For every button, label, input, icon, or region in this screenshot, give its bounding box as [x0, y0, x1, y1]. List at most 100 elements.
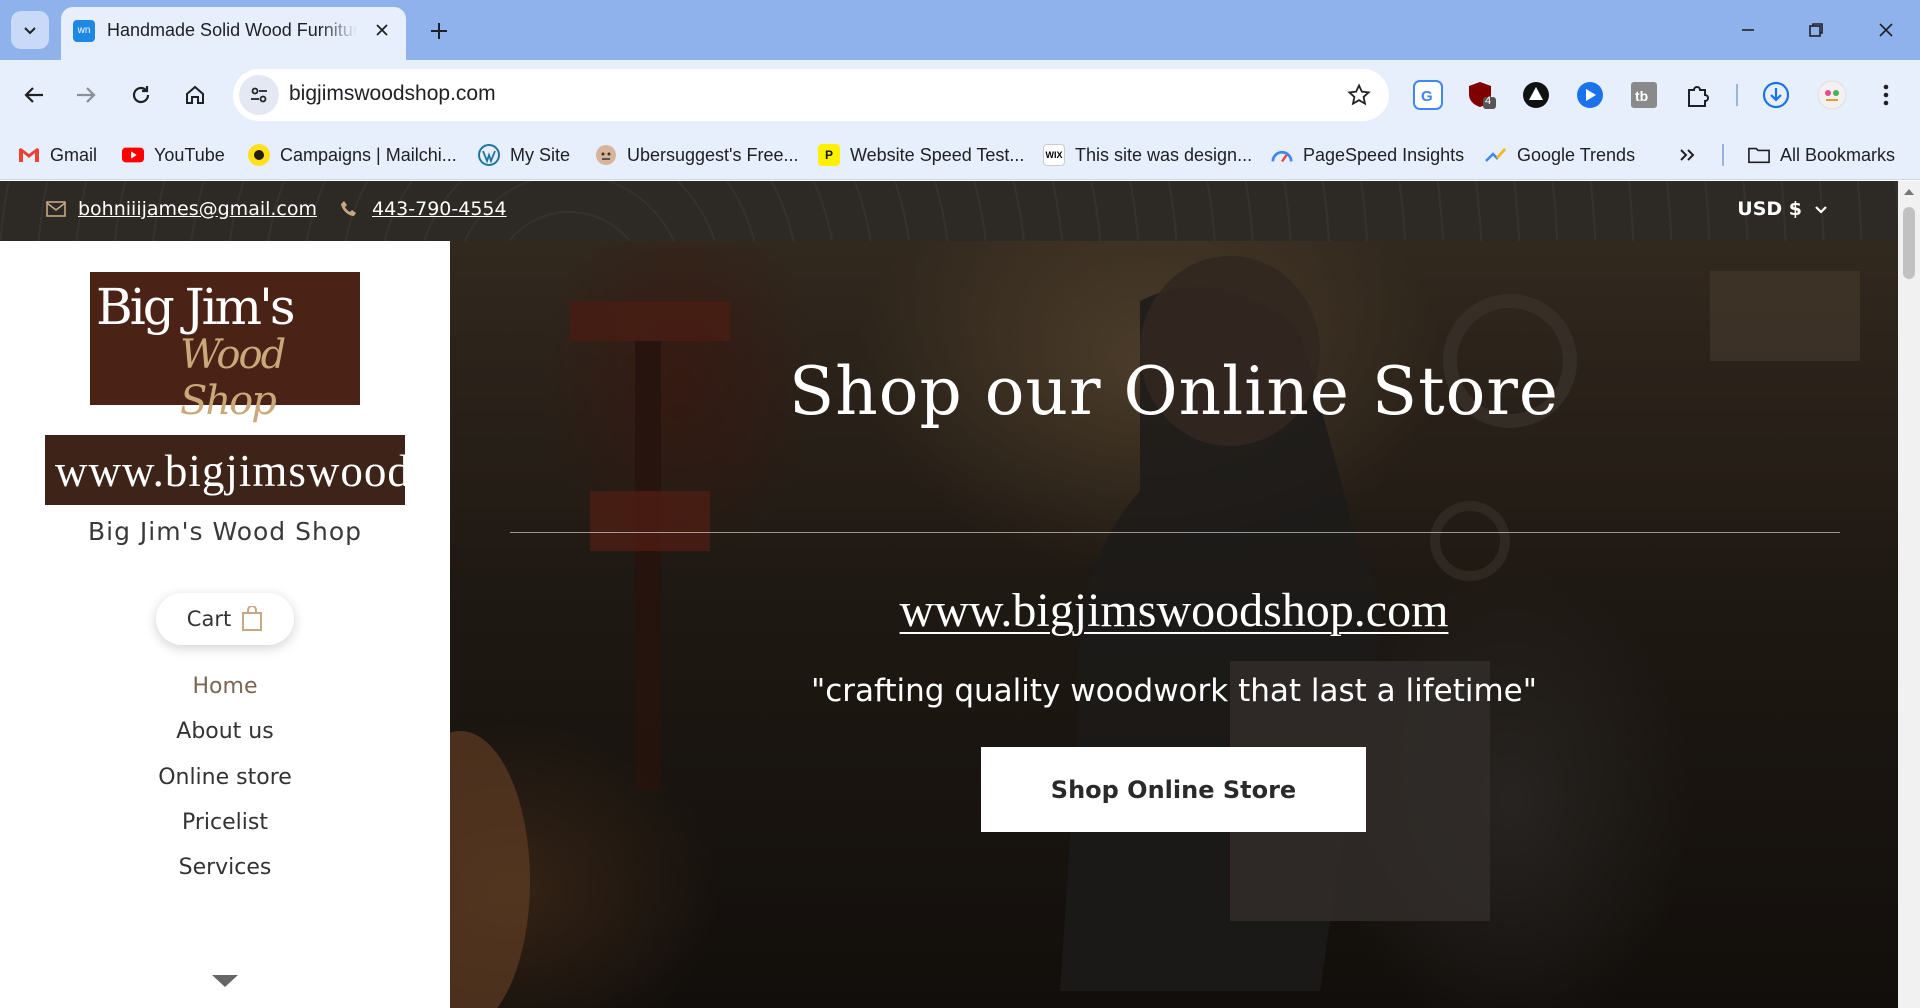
tab-search-button[interactable]	[11, 11, 49, 49]
tb-logo-icon: tb	[1631, 82, 1657, 108]
tune-icon	[251, 87, 267, 103]
tb-extension[interactable]: tb	[1626, 77, 1662, 113]
home-icon	[186, 85, 204, 104]
scroll-up-arrow-icon[interactable]	[1904, 189, 1914, 195]
bookmark-google-trends[interactable]: Google Trends	[1485, 141, 1635, 169]
bookmark-label: Gmail	[50, 144, 98, 165]
downloads-button[interactable]	[1758, 77, 1794, 113]
reload-button[interactable]	[121, 75, 161, 115]
triangle-logo-icon	[1523, 82, 1549, 108]
extensions-menu-button[interactable]	[1680, 77, 1716, 113]
google-translate-extension[interactable]: G	[1410, 77, 1446, 113]
hero-title: Shop our Online Store	[789, 353, 1559, 430]
nav-more-arrow-icon[interactable]	[212, 975, 238, 987]
url-text[interactable]: bigjimswoodshop.com	[289, 82, 496, 106]
translate-icon: G	[1413, 80, 1443, 110]
bookmark-my-site[interactable]: My Site	[478, 141, 570, 169]
bookmark-speed-test[interactable]: P Website Speed Test...	[818, 141, 1024, 169]
page-scrollbar[interactable]	[1898, 181, 1920, 1008]
all-bookmarks-label: All Bookmarks	[1780, 144, 1896, 165]
cart-label: Cart	[186, 607, 232, 631]
minimize-icon	[1742, 29, 1754, 31]
hero-divider	[510, 532, 1840, 533]
new-tab-button[interactable]	[422, 14, 456, 48]
forward-button[interactable]	[66, 75, 106, 115]
bookmark-label: Website Speed Test...	[850, 144, 1025, 165]
youtube-icon	[122, 144, 144, 166]
nav-services[interactable]: Services	[0, 855, 450, 880]
active-tab[interactable]: wn Handmade Solid Wood Furniture	[61, 7, 406, 60]
extension-badge: 4	[1485, 95, 1492, 107]
scroll-thumb[interactable]	[1903, 207, 1915, 279]
chevron-down-icon	[1815, 206, 1827, 214]
close-window-button[interactable]	[1856, 0, 1916, 60]
nav-home[interactable]: Home	[0, 674, 450, 699]
gmail-icon	[18, 144, 40, 166]
arc-extension[interactable]	[1518, 77, 1554, 113]
currency-label: USD $	[1737, 198, 1802, 220]
browser-toolbar: bigjimswoodshop.com G 4 tb	[0, 60, 1920, 130]
email-link[interactable]: bohniiijames@gmail.com	[46, 198, 317, 220]
bookmark-label: This site was design...	[1075, 144, 1253, 165]
bookmark-label: Campaigns | Mailchi...	[280, 144, 457, 165]
more-bookmarks-button[interactable]	[1678, 141, 1696, 169]
folder-icon	[1748, 144, 1770, 166]
ublock-extension[interactable]: 4	[1464, 77, 1500, 113]
hero-url-link[interactable]: www.bigjimswoodshop.com	[450, 583, 1898, 638]
bookmark-label: YouTube	[154, 144, 225, 165]
bookmark-label: My Site	[510, 144, 571, 165]
tab-title: Handmade Solid Wood Furniture	[107, 20, 357, 40]
download-icon	[1762, 81, 1790, 109]
bookmark-mailchimp[interactable]: Campaigns | Mailchi...	[248, 141, 457, 169]
minimize-button[interactable]	[1718, 0, 1778, 60]
ubersuggest-icon	[595, 144, 617, 166]
phone-icon	[341, 201, 356, 216]
currency-selector[interactable]: USD $	[1737, 198, 1828, 220]
browser-menu-button[interactable]	[1868, 77, 1904, 113]
wordpress-icon	[478, 144, 500, 166]
screen-recorder-extension[interactable]	[1572, 77, 1608, 113]
nav-about-us[interactable]: About us	[0, 719, 450, 744]
bookmark-gmail[interactable]: Gmail	[18, 141, 97, 169]
bookmark-star-button[interactable]	[1343, 79, 1375, 111]
reload-icon	[132, 86, 150, 104]
site-info-button[interactable]	[239, 75, 279, 115]
all-bookmarks-button[interactable]: All Bookmarks	[1748, 141, 1895, 169]
bookmark-youtube[interactable]: YouTube	[122, 141, 225, 169]
address-bar[interactable]: bigjimswoodshop.com	[233, 69, 1389, 121]
svg-text:tb: tb	[1635, 88, 1648, 104]
bookmark-pagespeed[interactable]: PageSpeed Insights	[1271, 141, 1464, 169]
restore-icon	[1809, 23, 1823, 37]
logo[interactable]: Big Jim's Wood Shop	[90, 272, 360, 424]
arrow-right-icon	[77, 87, 96, 103]
bookmark-label: PageSpeed Insights	[1303, 144, 1465, 165]
restore-button[interactable]	[1786, 0, 1846, 60]
logo-text-top: Big Jim's	[96, 278, 295, 336]
chevron-double-right-icon	[1680, 149, 1695, 161]
cart-button[interactable]: Cart	[156, 593, 294, 645]
wix-icon: WIX	[1043, 144, 1065, 166]
site-banner-text: www.bigjimswoodshop.com	[55, 446, 405, 496]
shop-online-store-button[interactable]: Shop Online Store	[981, 747, 1366, 832]
profile-avatar[interactable]	[1814, 77, 1850, 113]
phone-link[interactable]: 443-790-4554	[340, 198, 507, 220]
shop-name[interactable]: Big Jim's Wood Shop	[0, 517, 450, 546]
bookmark-ubersuggest[interactable]: Ubersuggest's Free...	[595, 141, 799, 169]
nav-pricelist[interactable]: Pricelist	[0, 810, 450, 835]
plus-icon	[431, 23, 447, 39]
tab-close-button[interactable]	[369, 17, 395, 43]
close-icon	[1879, 23, 1893, 37]
nav-online-store[interactable]: Online store	[0, 765, 450, 790]
record-icon	[1577, 82, 1603, 108]
bookmark-label: Ubersuggest's Free...	[627, 144, 799, 165]
logo-text-script: Wood Shop	[180, 332, 286, 424]
hero-tagline: "crafting quality woodwork that last a l…	[810, 673, 1538, 709]
chevron-down-icon	[24, 27, 36, 35]
pingdom-icon: P	[818, 144, 840, 166]
more-vert-icon	[1883, 84, 1889, 106]
bookmark-wix[interactable]: WIX This site was design...	[1043, 141, 1252, 169]
home-button[interactable]	[175, 75, 215, 115]
back-button[interactable]	[14, 75, 54, 115]
mail-icon	[46, 201, 66, 217]
email-text: bohniiijames@gmail.com	[78, 198, 318, 220]
